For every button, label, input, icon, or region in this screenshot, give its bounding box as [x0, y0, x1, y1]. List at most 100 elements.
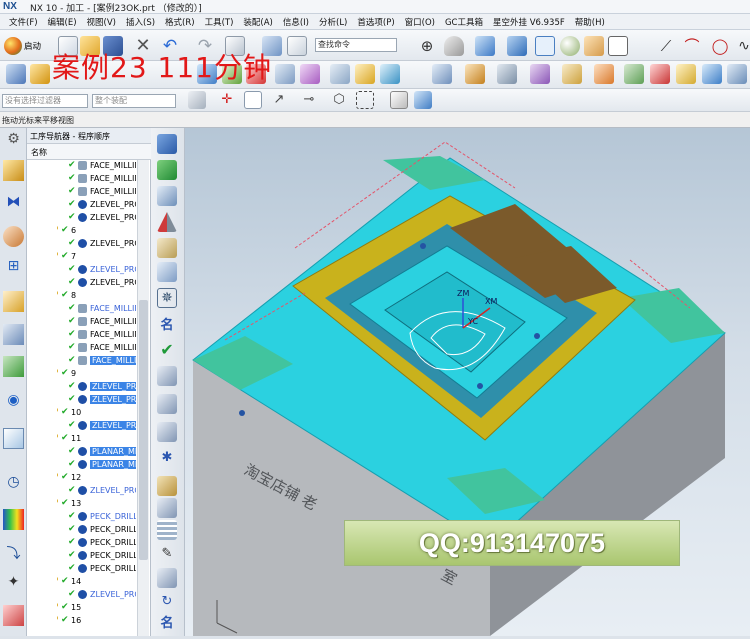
- system-scenes-icon[interactable]: ✦: [3, 574, 24, 595]
- assembly-nav-icon[interactable]: [3, 160, 24, 181]
- shop-doc-icon[interactable]: [355, 64, 375, 84]
- program-group-row[interactable]: ⊟♀✔9: [57, 368, 135, 381]
- operation-row[interactable]: ✔ FACE_MILLIN: [68, 186, 136, 199]
- menu-help[interactable]: 帮助(H): [570, 16, 610, 28]
- reuse-library-icon[interactable]: [3, 356, 24, 377]
- select-body-icon[interactable]: [188, 91, 206, 109]
- program-group-row[interactable]: ⊟♀✔7: [57, 251, 135, 264]
- group-op-icon[interactable]: [157, 366, 177, 386]
- operation-row[interactable]: ✔ PECK_DRILLI: [68, 524, 136, 537]
- postprocess-icon[interactable]: [330, 64, 350, 84]
- draw-icon[interactable]: ✎: [157, 544, 177, 564]
- cavity-mill-icon[interactable]: [157, 186, 177, 206]
- settings-gear-icon[interactable]: ⚙: [3, 131, 24, 152]
- operation-row[interactable]: ✔ ZLEVEL_PRO: [68, 264, 136, 277]
- operation-row[interactable]: ✔ FACE_MILLIN: [68, 303, 136, 316]
- menu-information[interactable]: 信息(I): [278, 16, 314, 28]
- copy-object-icon[interactable]: [530, 64, 550, 84]
- point-group-icon[interactable]: ✱: [157, 448, 177, 468]
- paste-object-icon[interactable]: [562, 64, 582, 84]
- fixture-nav-icon[interactable]: [3, 324, 24, 345]
- menu-insert[interactable]: 插入(S): [121, 16, 160, 28]
- operation-row[interactable]: ✔ ZLEVEL_PRO: [68, 589, 136, 602]
- operation-row[interactable]: ✔ ZLEVEL_PRO: [68, 199, 136, 212]
- menu-preferences[interactable]: 首选项(P): [352, 16, 399, 28]
- program-group-row[interactable]: ⊟♀✔10: [57, 407, 135, 420]
- operation-row[interactable]: ✔ PECK_DRILLI: [68, 511, 136, 524]
- fixed-contour-icon[interactable]: [157, 238, 177, 258]
- cube-iso-icon[interactable]: [475, 36, 495, 56]
- midpoint-icon[interactable]: ⊸: [300, 91, 318, 109]
- create-tool-icon[interactable]: [30, 64, 50, 84]
- edit-object-icon[interactable]: [432, 64, 452, 84]
- menu-plugin[interactable]: 星空外挂 V6.935F: [488, 16, 570, 28]
- operation-row[interactable]: ✔ ZLEVEL_PRO: [68, 381, 136, 394]
- operation-row[interactable]: ✔ FACE_MILLIN: [68, 316, 136, 329]
- menu-edit[interactable]: 编辑(E): [43, 16, 82, 28]
- program-group-row[interactable]: ⊟♀✔16: [57, 615, 135, 628]
- menu-file[interactable]: 文件(F): [4, 16, 43, 28]
- rest-mill-icon[interactable]: ✵: [157, 288, 177, 308]
- history-icon[interactable]: [3, 428, 24, 449]
- machine-icon[interactable]: [157, 568, 177, 588]
- operation-row[interactable]: ✔ FACE_MILLIN: [68, 355, 136, 368]
- method-group-icon[interactable]: [157, 422, 177, 442]
- operation-row[interactable]: ✔ ZLEVEL_PRO: [68, 238, 136, 251]
- circle-icon[interactable]: ◯: [710, 36, 730, 56]
- edit-tool-icon[interactable]: [157, 476, 177, 496]
- operation-nav-icon[interactable]: ⊞: [3, 258, 24, 279]
- replay-toolpath-icon[interactable]: [275, 64, 295, 84]
- operation-row[interactable]: ✔ ZLEVEL_PRO: [68, 420, 136, 433]
- mill-planar-icon[interactable]: [157, 134, 177, 154]
- operation-row[interactable]: ✔ PLANAR_MIL: [68, 446, 136, 459]
- menu-view[interactable]: 视图(V): [82, 16, 121, 28]
- endpoint-icon[interactable]: ↗: [270, 91, 288, 109]
- sphere-icon[interactable]: [560, 36, 580, 56]
- mill-drill-icon[interactable]: [157, 262, 177, 282]
- box-select-icon[interactable]: [356, 91, 374, 109]
- shaded-icon[interactable]: [444, 36, 464, 56]
- program-group-row[interactable]: ⊟♀✔14: [57, 576, 135, 589]
- information-icon[interactable]: [676, 64, 696, 84]
- output-cls-icon[interactable]: [380, 64, 400, 84]
- layer-icon[interactable]: [608, 36, 628, 56]
- web-browser-icon[interactable]: ◉: [3, 392, 24, 413]
- menu-window[interactable]: 窗口(O): [400, 16, 440, 28]
- wireframe-icon[interactable]: [535, 36, 555, 56]
- start-button[interactable]: 启动: [4, 35, 52, 57]
- line-icon[interactable]: ⟋: [656, 36, 676, 56]
- program-group-row[interactable]: ⊟♀✔8: [57, 290, 135, 303]
- material-icon[interactable]: [584, 36, 604, 56]
- mill-ops-icon[interactable]: [624, 64, 644, 84]
- more-tools-icon[interactable]: [727, 64, 747, 84]
- table-icon[interactable]: [157, 520, 177, 540]
- feature-icon[interactable]: [702, 64, 722, 84]
- operation-row[interactable]: ✔ FACE_MILLIN: [68, 329, 136, 342]
- color-palette-icon[interactable]: [3, 509, 24, 530]
- mill-contour-icon[interactable]: [157, 160, 177, 180]
- machine-nav-icon[interactable]: [3, 291, 24, 312]
- cube-front-icon[interactable]: [507, 36, 527, 56]
- program-group-row[interactable]: ⊟♀✔6: [57, 225, 135, 238]
- verify-toolpath-icon[interactable]: [300, 64, 320, 84]
- menu-analysis[interactable]: 分析(L): [314, 16, 352, 28]
- zlevel-icon[interactable]: [157, 212, 177, 232]
- find-command-input[interactable]: 查找命令: [315, 38, 397, 52]
- program-group-row[interactable]: ⊟♀✔11: [57, 433, 135, 446]
- operation-row[interactable]: ✔ FACE_MILLIN: [68, 342, 136, 355]
- process-studio-icon[interactable]: [3, 605, 24, 626]
- refresh-icon[interactable]: ↻: [157, 592, 177, 612]
- menu-assembly[interactable]: 装配(A): [238, 16, 277, 28]
- tool-holder-icon[interactable]: [157, 498, 177, 518]
- constraint-nav-icon[interactable]: ⧓: [3, 194, 24, 215]
- snap-grid-icon[interactable]: [244, 91, 262, 109]
- transform-object-icon[interactable]: [594, 64, 614, 84]
- name-op-icon[interactable]: 名: [157, 316, 177, 336]
- operation-row[interactable]: ✔ ZLEVEL_PRO: [68, 394, 136, 407]
- part-nav-icon[interactable]: [3, 226, 24, 247]
- assembly-scope-dropdown[interactable]: 整个装配: [92, 94, 176, 108]
- operation-row[interactable]: ✔ PLANAR_MIL: [68, 459, 136, 472]
- program-group-row[interactable]: ⊟♀✔13: [57, 498, 135, 511]
- roles-icon[interactable]: ⤵: [3, 543, 24, 564]
- spline-icon[interactable]: ∿: [734, 36, 750, 56]
